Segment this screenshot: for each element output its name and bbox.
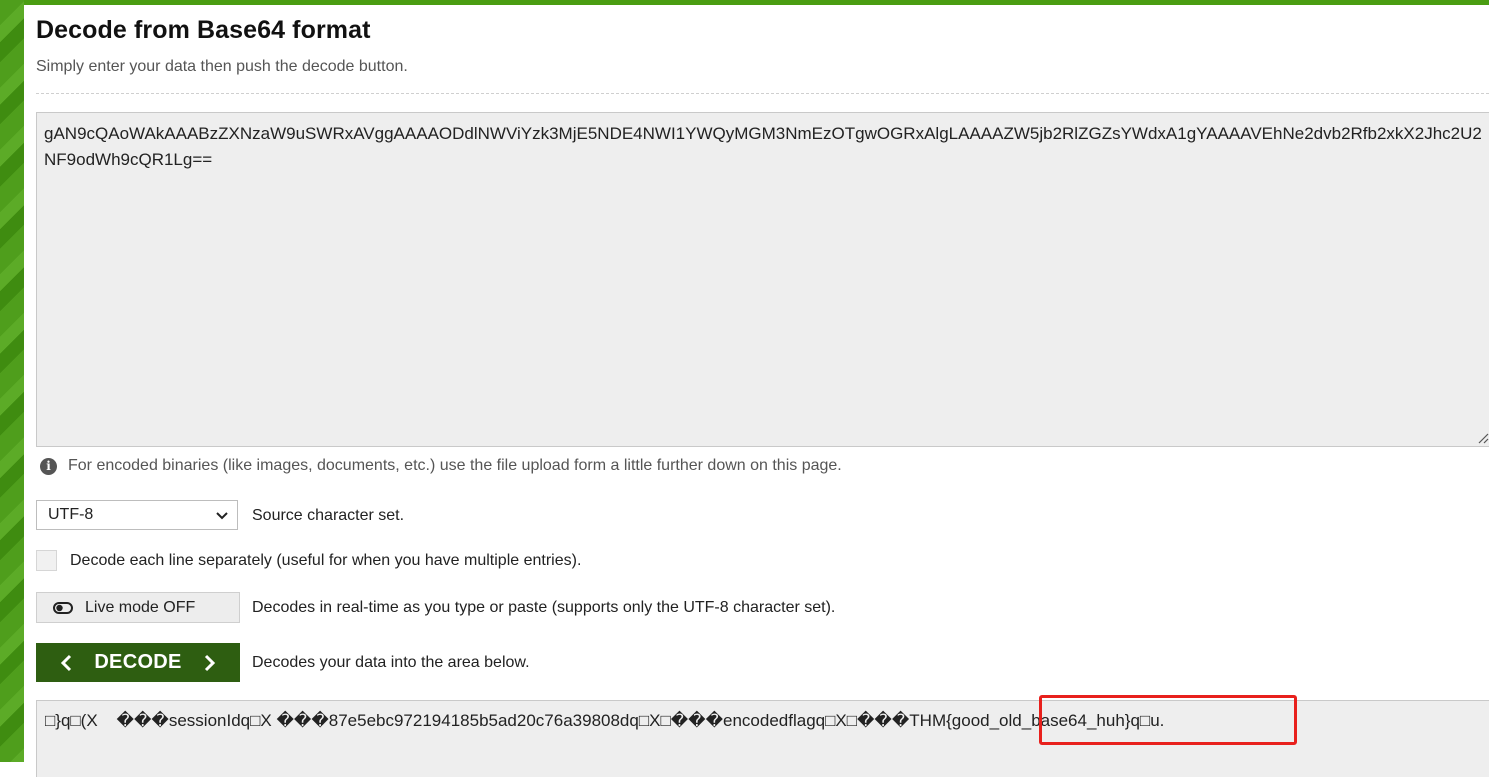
decode-lines-label: Decode each line separately (useful for … xyxy=(70,552,582,569)
output-suffix-text: q□u. xyxy=(1130,711,1165,730)
output-prefix-text: □}q□(X ���sessionIdq□X ���87e5ebc9721941… xyxy=(45,711,910,730)
resize-grip-icon[interactable] xyxy=(1477,432,1489,444)
page-title: Decode from Base64 format xyxy=(36,16,371,44)
output-flag-text: THM{good_old_base64_huh} xyxy=(909,711,1131,730)
decoded-output-textarea[interactable]: □}q□(X ���sessionIdq□X ���87e5ebc9721941… xyxy=(36,700,1489,777)
live-mode-label: Live mode OFF xyxy=(85,598,196,616)
charset-select[interactable]: UTF-8 xyxy=(36,500,238,530)
charset-selected-value: UTF-8 xyxy=(48,506,94,523)
chevron-left-icon xyxy=(61,654,72,671)
left-decorative-strip xyxy=(0,0,24,762)
info-icon: i xyxy=(40,457,57,475)
live-mode-button[interactable]: Live mode OFF xyxy=(36,592,240,623)
toggle-off-icon xyxy=(53,601,73,614)
decode-button-label: DECODE xyxy=(94,651,182,673)
decode-lines-checkbox[interactable] xyxy=(36,550,57,571)
base64-input-textarea[interactable]: gAN9cQAoWAkAAABzZXNzaW9uSWRxAVggAAAAODdl… xyxy=(36,112,1489,447)
decode-description: Decodes your data into the area below. xyxy=(252,654,530,671)
info-note-text: For encoded binaries (like images, docum… xyxy=(68,457,842,474)
page-subtitle: Simply enter your data then push the dec… xyxy=(36,58,408,75)
decode-button[interactable]: DECODE xyxy=(36,643,240,682)
decoder-panel: Decode from Base64 format Simply enter y… xyxy=(24,5,1489,777)
charset-label: Source character set. xyxy=(252,507,405,524)
info-note: i For encoded binaries (like images, doc… xyxy=(40,457,842,475)
chevron-right-icon xyxy=(204,654,215,671)
live-mode-description: Decodes in real-time as you type or past… xyxy=(252,599,836,616)
dashed-divider xyxy=(36,93,1489,94)
chevron-down-icon xyxy=(216,512,228,520)
input-text: gAN9cQAoWAkAAABzZXNzaW9uSWRxAVggAAAAODdl… xyxy=(44,124,1482,169)
